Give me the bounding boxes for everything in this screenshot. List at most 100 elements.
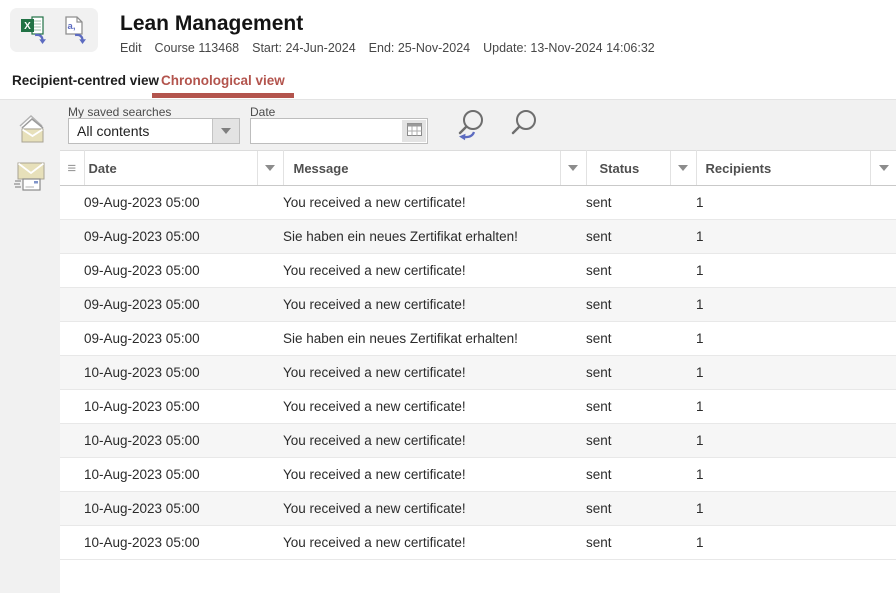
sidebar (0, 100, 60, 593)
cell-grip (60, 458, 84, 492)
saved-searches-label: My saved searches (68, 105, 171, 119)
cell-date: 10-Aug-2023 05:00 (84, 356, 283, 390)
cell-grip (60, 356, 84, 390)
date-input[interactable] (251, 119, 411, 143)
svg-text:X: X (24, 21, 31, 32)
cell-recipients: 1 (696, 254, 896, 288)
page-title: Lean Management (120, 12, 655, 36)
column-header-date[interactable]: Date (84, 151, 283, 186)
course-id: Course 113468 (155, 41, 240, 55)
recipients-filter-arrow-icon[interactable] (870, 151, 896, 185)
received-messages-button[interactable] (13, 112, 49, 150)
table-row[interactable]: 09-Aug-2023 05:00You received a new cert… (60, 254, 896, 288)
cell-status: sent (586, 186, 696, 220)
status-filter-arrow-icon[interactable] (670, 151, 696, 185)
search-button[interactable] (506, 107, 542, 143)
text-export-icon: a, (59, 33, 89, 48)
course-update: Update: 13-Nov-2024 14:06:32 (483, 41, 655, 55)
table-row[interactable]: 10-Aug-2023 05:00You received a new cert… (60, 458, 896, 492)
cell-date: 09-Aug-2023 05:00 (84, 322, 283, 356)
cell-date: 09-Aug-2023 05:00 (84, 288, 283, 322)
cell-status: sent (586, 322, 696, 356)
cell-recipients: 1 (696, 424, 896, 458)
cell-message: Sie haben ein neues Zertifikat erhalten! (283, 220, 586, 254)
cell-date: 10-Aug-2023 05:00 (84, 390, 283, 424)
cell-message: You received a new certificate! (283, 186, 586, 220)
table-row[interactable]: 09-Aug-2023 05:00You received a new cert… (60, 186, 896, 220)
cell-grip (60, 492, 84, 526)
view-tabs: Recipient-centred view Chronological vie… (0, 62, 896, 100)
cell-grip (60, 186, 84, 220)
cell-recipients: 1 (696, 288, 896, 322)
export-excel-button[interactable]: X (19, 15, 49, 45)
cell-message: You received a new certificate! (283, 492, 586, 526)
table-row[interactable]: 09-Aug-2023 05:00Sie haben ein neues Zer… (60, 322, 896, 356)
cell-date: 10-Aug-2023 05:00 (84, 458, 283, 492)
course-end: End: 25-Nov-2024 (369, 41, 470, 55)
cell-recipients: 1 (696, 186, 896, 220)
calendar-button[interactable] (402, 120, 426, 142)
cell-date: 10-Aug-2023 05:00 (84, 526, 283, 560)
cell-recipients: 1 (696, 322, 896, 356)
svg-text:a,: a, (68, 21, 76, 32)
open-envelope-icon (13, 138, 49, 153)
date-filter-label: Date (250, 105, 275, 119)
cell-grip (60, 424, 84, 458)
cell-recipients: 1 (696, 220, 896, 254)
column-header-recipients[interactable]: Recipients (696, 151, 896, 186)
cell-status: sent (586, 390, 696, 424)
cell-message: You received a new certificate! (283, 458, 586, 492)
column-config-handle[interactable]: ≡ (60, 151, 84, 186)
send-message-button[interactable] (13, 158, 49, 196)
cell-grip (60, 526, 84, 560)
cell-message: You received a new certificate! (283, 254, 586, 288)
cell-date: 09-Aug-2023 05:00 (84, 254, 283, 288)
search-again-icon (450, 133, 490, 148)
export-text-button[interactable]: a, (59, 15, 89, 45)
saved-searches-value: All contents (69, 119, 212, 143)
table-header-row: ≡ Date Message Status (60, 151, 896, 186)
excel-export-icon: X (19, 33, 49, 48)
date-filter-field (250, 118, 428, 144)
table-row[interactable]: 10-Aug-2023 05:00You received a new cert… (60, 356, 896, 390)
table-row[interactable]: 09-Aug-2023 05:00Sie haben ein neues Zer… (60, 220, 896, 254)
table-row[interactable]: 10-Aug-2023 05:00You received a new cert… (60, 390, 896, 424)
send-envelope-icon (13, 184, 49, 199)
cell-status: sent (586, 356, 696, 390)
date-filter-arrow-icon[interactable] (257, 151, 283, 185)
edit-link[interactable]: Edit (120, 41, 142, 55)
filter-bar: My saved searches All contents Date (60, 100, 896, 150)
search-again-button[interactable] (450, 107, 490, 145)
messages-table: ≡ Date Message Status (60, 150, 896, 560)
grip-icon: ≡ (60, 160, 84, 177)
cell-status: sent (586, 254, 696, 288)
cell-date: 09-Aug-2023 05:00 (84, 186, 283, 220)
table-row[interactable]: 09-Aug-2023 05:00You received a new cert… (60, 288, 896, 322)
cell-date: 10-Aug-2023 05:00 (84, 424, 283, 458)
cell-status: sent (586, 492, 696, 526)
column-header-message[interactable]: Message (283, 151, 586, 186)
table-row[interactable]: 10-Aug-2023 05:00You received a new cert… (60, 526, 896, 560)
cell-recipients: 1 (696, 356, 896, 390)
cell-grip (60, 254, 84, 288)
cell-message: You received a new certificate! (283, 390, 586, 424)
tab-recipient-centred-view[interactable]: Recipient-centred view (12, 62, 159, 99)
table-row[interactable]: 10-Aug-2023 05:00You received a new cert… (60, 492, 896, 526)
cell-grip (60, 220, 84, 254)
chevron-down-icon[interactable] (212, 119, 239, 143)
saved-searches-select[interactable]: All contents (68, 118, 240, 144)
course-meta: Edit Course 113468 Start: 24-Jun-2024 En… (120, 41, 655, 55)
export-toolbar: X a, (10, 8, 98, 52)
message-filter-arrow-icon[interactable] (560, 151, 586, 185)
column-header-status[interactable]: Status (586, 151, 696, 186)
search-icon (506, 131, 542, 146)
tab-chronological-view[interactable]: Chronological view (152, 62, 294, 99)
table-row[interactable]: 10-Aug-2023 05:00You received a new cert… (60, 424, 896, 458)
cell-message: You received a new certificate! (283, 288, 586, 322)
cell-recipients: 1 (696, 458, 896, 492)
table-body: 09-Aug-2023 05:00You received a new cert… (60, 186, 896, 560)
cell-status: sent (586, 220, 696, 254)
cell-recipients: 1 (696, 526, 896, 560)
cell-grip (60, 288, 84, 322)
cell-recipients: 1 (696, 390, 896, 424)
